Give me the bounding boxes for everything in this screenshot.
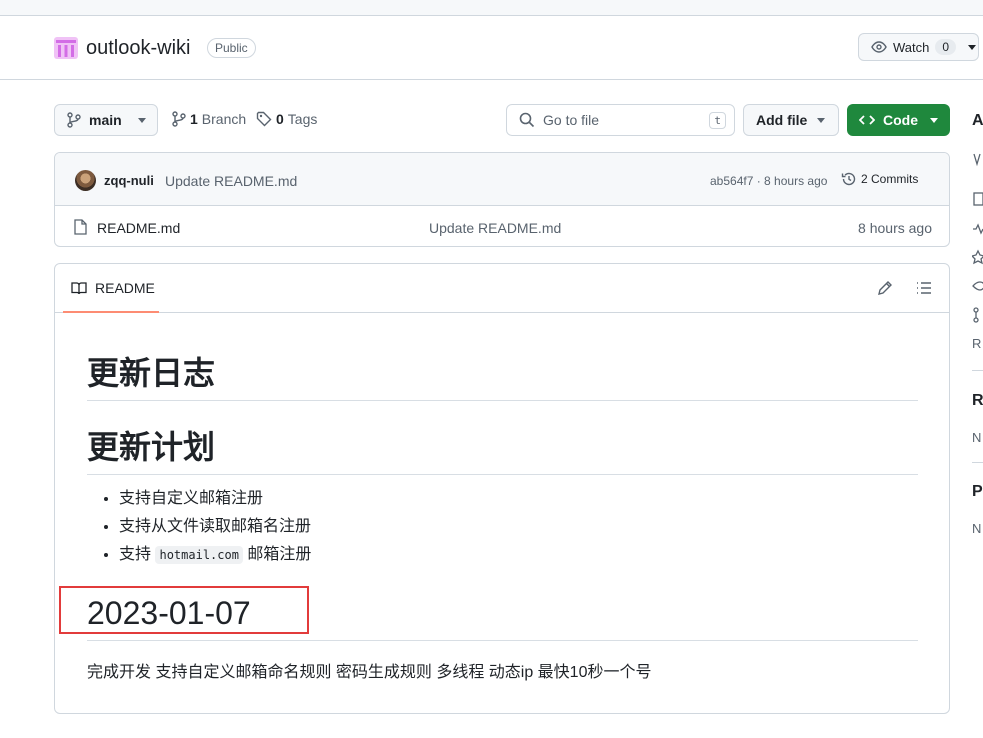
releases-heading-fragment: R	[972, 392, 983, 409]
table-row: README.md Update README.md 8 hours ago	[55, 206, 949, 246]
list-item: 支持 hotmail.com 邮箱注册	[119, 541, 311, 569]
code-button[interactable]: Code	[847, 104, 950, 136]
chevron-down-icon	[930, 118, 938, 123]
tab-readme[interactable]: README	[63, 264, 159, 313]
branches-link[interactable]: 1 Branch	[172, 111, 246, 127]
list-outline-icon[interactable]	[916, 280, 932, 296]
commits-link[interactable]: 2 Commits	[841, 171, 918, 187]
watch-button[interactable]: Watch 0	[858, 33, 979, 61]
history-icon	[841, 172, 856, 186]
chevron-down-icon	[968, 44, 977, 50]
branch-icon	[172, 111, 186, 127]
list-item: 支持从文件读取邮箱名注册	[119, 513, 311, 541]
code-icon	[859, 115, 875, 125]
releases-none-fragment: N	[972, 430, 982, 445]
repo-logo-icon	[54, 37, 78, 59]
commits-label: 2 Commits	[861, 172, 919, 186]
repo-name-link[interactable]: outlook-wiki	[86, 37, 190, 60]
pencil-icon[interactable]	[877, 280, 893, 296]
latest-commit-row: zqq-nuli Update README.md ab564f7 · 8 ho…	[55, 153, 949, 206]
watch-count: 0	[935, 39, 957, 55]
divider	[972, 370, 983, 371]
file-commit-time: 8 hours ago	[858, 220, 932, 236]
readme-header: README	[55, 264, 949, 313]
packages-none-fragment: N	[972, 521, 982, 536]
eye-icon	[871, 41, 887, 53]
browser-top-strip	[0, 0, 983, 16]
watch-label: Watch	[893, 39, 930, 55]
list-item: 支持自定义邮箱注册	[119, 485, 311, 513]
tags-link[interactable]: 0 Tags	[256, 111, 317, 127]
chevron-down-icon	[137, 117, 146, 123]
commit-message[interactable]: Update README.md	[165, 173, 297, 189]
commit-author[interactable]: zqq-nuli	[104, 173, 154, 188]
repo-header: outlook-wiki Public Watch 0	[0, 16, 983, 80]
file-icon	[74, 219, 87, 235]
book-icon	[71, 281, 87, 294]
list-item-suffix: 邮箱注册	[247, 546, 312, 563]
branches-label: Branch	[201, 111, 247, 127]
search-placeholder: Go to file	[543, 112, 600, 128]
avatar[interactable]	[75, 170, 96, 191]
branch-name: main	[89, 112, 122, 128]
add-file-button[interactable]: Add file	[743, 104, 839, 136]
divider	[972, 462, 983, 463]
branch-icon	[67, 112, 81, 128]
commit-hash-time[interactable]: ab564f7 · 8 hours ago	[710, 174, 827, 188]
tag-icon	[256, 111, 272, 127]
code-label: Code	[883, 112, 918, 128]
highlight-box	[59, 586, 309, 634]
visibility-badge: Public	[207, 38, 256, 58]
file-browser: zqq-nuli Update README.md ab564f7 · 8 ho…	[54, 152, 950, 247]
sidebar-icons-fragment	[972, 153, 983, 323]
heading-changelog: 更新日志	[87, 348, 918, 401]
tags-count: 0	[276, 111, 284, 127]
chevron-down-icon	[817, 117, 826, 123]
inline-code: hotmail.com	[155, 546, 243, 564]
tags-label: Tags	[287, 111, 318, 127]
readme-panel: README 更新日志 更新计划 支持自定义邮箱注册 支持从文件读取邮箱名注册 …	[54, 263, 950, 714]
file-commit-message[interactable]: Update README.md	[429, 220, 561, 236]
heading-plan: 更新计划	[87, 422, 918, 475]
search-icon	[519, 112, 535, 128]
sidebar-readme-fragment: R	[972, 336, 982, 351]
file-name-link[interactable]: README.md	[97, 220, 180, 236]
packages-heading-fragment: P	[972, 483, 983, 500]
branches-count: 1	[190, 111, 198, 127]
branch-select-button[interactable]: main	[54, 104, 158, 136]
shortcut-key: t	[709, 112, 726, 129]
add-file-label: Add file	[756, 112, 808, 128]
readme-tab-label: README	[95, 279, 155, 296]
list-item-prefix: 支持	[119, 546, 152, 563]
go-to-file-input[interactable]: Go to file t	[506, 104, 735, 136]
about-heading-fragment: A	[972, 112, 983, 129]
release-notes-paragraph: 完成开发 支持自定义邮箱命名规则 密码生成规则 多线程 动态ip 最快10秒一个…	[87, 664, 652, 681]
plan-list: 支持自定义邮箱注册 支持从文件读取邮箱名注册 支持 hotmail.com 邮箱…	[103, 485, 311, 569]
